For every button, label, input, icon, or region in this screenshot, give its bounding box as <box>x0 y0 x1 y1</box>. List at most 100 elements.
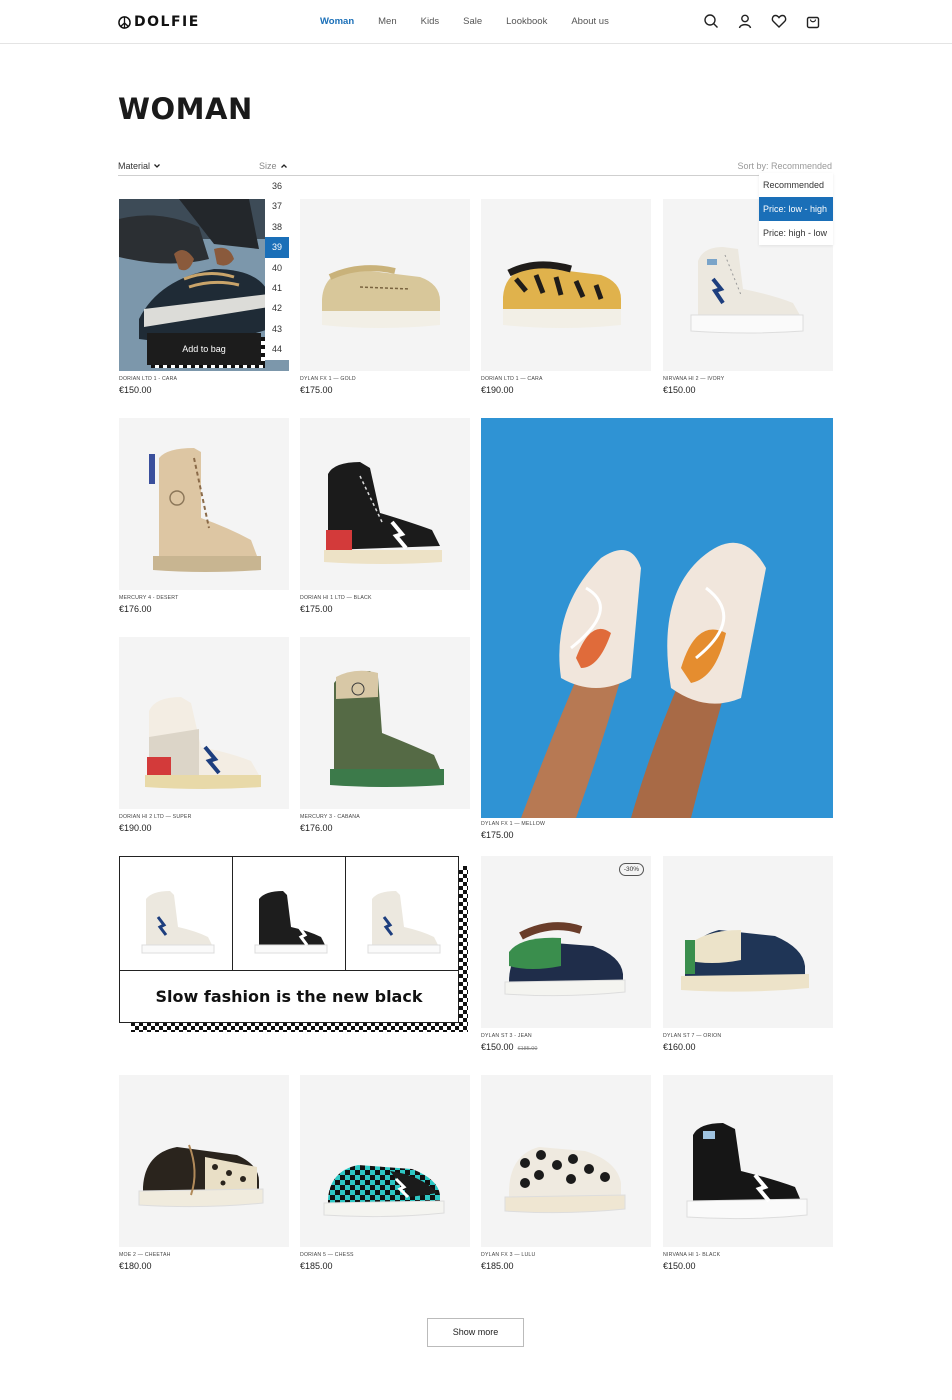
show-more-button[interactable]: Show more <box>427 1318 524 1347</box>
product-card[interactable]: MOE 2 — CHEETAH €180.00 <box>119 1075 289 1271</box>
account-icon[interactable] <box>737 13 753 29</box>
product-price: €160.00 <box>663 1042 696 1052</box>
promo-shoe-image <box>233 857 346 970</box>
size-option[interactable]: 40 <box>265 258 289 278</box>
main-nav: Woman Men Kids Sale Lookbook About us <box>320 16 633 28</box>
peace-icon <box>118 15 131 29</box>
product-image[interactable] <box>300 199 470 371</box>
chevron-down-icon <box>154 164 160 168</box>
product-image[interactable] <box>663 856 833 1028</box>
nav-kids[interactable]: Kids <box>421 16 439 28</box>
product-name: NIRVANA HI 1- BLACK <box>663 1252 721 1258</box>
product-image[interactable]: -30% <box>481 856 651 1028</box>
chevron-up-icon <box>280 164 287 168</box>
product-image-large[interactable] <box>481 418 833 818</box>
material-filter-label: Material <box>118 161 151 171</box>
material-filter[interactable]: Material <box>118 161 161 171</box>
product-image[interactable] <box>481 199 651 371</box>
current-price: €150.00 <box>481 1042 514 1052</box>
product-name: DORIAN LTD 1 — CARA <box>481 376 543 382</box>
size-filter[interactable]: Size <box>259 161 288 171</box>
product-name: MERCURY 4 - DESERT <box>119 595 179 601</box>
sort-dropdown-toggle[interactable]: Sort by: Recommended <box>737 161 832 171</box>
nav-about-us[interactable]: About us <box>571 16 609 28</box>
size-option[interactable]: 44 <box>265 339 289 359</box>
size-filter-label: Size <box>259 161 277 171</box>
product-price: €175.00 <box>300 604 333 614</box>
size-option[interactable]: 43 <box>265 319 289 339</box>
product-image[interactable] <box>300 1075 470 1247</box>
nav-lookbook[interactable]: Lookbook <box>506 16 547 28</box>
size-option[interactable]: 38 <box>265 217 289 237</box>
old-price: €185.00 <box>517 1046 538 1052</box>
promo-text: Slow fashion is the new black <box>155 987 423 1006</box>
product-price: €150.00 <box>119 385 152 395</box>
sort-option[interactable]: Recommended <box>759 173 833 197</box>
product-name: DORIAN LTD 1 - CARA <box>119 376 178 382</box>
sort-dropdown: Recommended Price: low - high Price: hig… <box>759 173 833 245</box>
product-card[interactable]: NIRVANA HI 1- BLACK €150.00 <box>663 1075 833 1271</box>
product-name: DYLAN ST 3 - JEAN <box>481 1033 532 1039</box>
sort-option[interactable]: Price: high - low <box>759 221 833 245</box>
size-option-selected[interactable]: 39 <box>265 237 289 258</box>
sort-option-selected[interactable]: Price: low - high <box>759 197 833 221</box>
product-price: €190.00 <box>481 385 514 395</box>
product-price: €190.00 <box>119 823 152 833</box>
product-price: €185.00 <box>300 1261 333 1271</box>
product-card[interactable]: DORIAN LTD 1 — CARA €190.00 <box>481 199 651 395</box>
nav-sale[interactable]: Sale <box>463 16 482 28</box>
page-title: WOMAN <box>118 92 253 126</box>
nav-woman[interactable]: Woman <box>320 16 354 28</box>
site-header: DOLFIE Woman Men Kids Sale Lookbook Abou… <box>0 0 952 44</box>
nav-men[interactable]: Men <box>378 16 396 28</box>
size-option[interactable]: 36 <box>265 176 289 196</box>
size-dropdown: 36 37 38 39 40 41 42 43 44 <box>265 176 289 360</box>
product-card[interactable]: DYLAN ST 7 — ORION €160.00 <box>663 856 833 1052</box>
product-name: MERCURY 3 - CABANA <box>300 814 360 820</box>
product-name: DYLAN FX 1 — MELLOW <box>481 821 546 827</box>
product-image[interactable] <box>119 637 289 809</box>
product-image[interactable] <box>481 1075 651 1247</box>
product-card[interactable]: -30% DYLAN ST 3 - JEAN €150.00 €185.00 <box>481 856 651 1052</box>
product-card[interactable]: MERCURY 3 - CABANA €176.00 <box>300 637 470 833</box>
product-image[interactable] <box>300 637 470 809</box>
product-price: €176.00 <box>119 604 152 614</box>
logo[interactable]: DOLFIE <box>118 14 200 30</box>
product-price: €176.00 <box>300 823 333 833</box>
product-card[interactable]: DORIAN HI 2 LTD — SUPER €190.00 <box>119 637 289 833</box>
product-name: DORIAN HI 1 LTD — BLACK <box>300 595 372 601</box>
discount-badge: -30% <box>618 863 644 876</box>
product-name: DYLAN FX 1 — GOLD <box>300 376 356 382</box>
product-card[interactable]: DYLAN FX 3 — LULU €185.00 <box>481 1075 651 1271</box>
header-actions <box>703 13 821 29</box>
product-price: €150.00 €185.00 <box>481 1042 651 1052</box>
product-card[interactable]: DORIAN HI 1 LTD — BLACK €175.00 <box>300 418 470 614</box>
product-image[interactable] <box>119 418 289 590</box>
product-card[interactable]: DYLAN FX 1 — GOLD €175.00 <box>300 199 470 395</box>
bag-icon[interactable] <box>805 13 821 29</box>
product-image[interactable] <box>300 418 470 590</box>
promo-banner[interactable]: Slow fashion is the new black <box>119 856 459 1023</box>
product-image[interactable] <box>119 1075 289 1247</box>
wishlist-icon[interactable] <box>771 13 787 29</box>
product-price: €185.00 <box>481 1261 514 1271</box>
product-card[interactable]: MERCURY 4 - DESERT €176.00 <box>119 418 289 614</box>
product-name: DORIAN HI 2 LTD — SUPER <box>119 814 192 820</box>
product-image[interactable] <box>663 1075 833 1247</box>
product-card[interactable]: DORIAN 5 — CHESS €185.00 <box>300 1075 470 1271</box>
product-name: MOE 2 — CHEETAH <box>119 1252 171 1258</box>
product-card[interactable]: DYLAN FX 1 — MELLOW €175.00 <box>481 818 651 848</box>
product-price: €180.00 <box>119 1261 152 1271</box>
add-to-bag-button[interactable]: Add to bag <box>147 333 261 365</box>
promo-shoe-image <box>120 857 233 970</box>
size-option[interactable]: 42 <box>265 298 289 318</box>
size-option[interactable]: 41 <box>265 278 289 298</box>
product-price: €150.00 <box>663 1261 696 1271</box>
size-option[interactable]: 37 <box>265 196 289 216</box>
promo-shoe-image <box>346 857 458 970</box>
product-name: DYLAN FX 3 — LULU <box>481 1252 536 1258</box>
product-price: €175.00 <box>481 830 514 840</box>
search-icon[interactable] <box>703 13 719 29</box>
product-name: NIRVANA HI 2 — IVORY <box>663 376 725 382</box>
logo-text: DOLFIE <box>134 14 200 30</box>
